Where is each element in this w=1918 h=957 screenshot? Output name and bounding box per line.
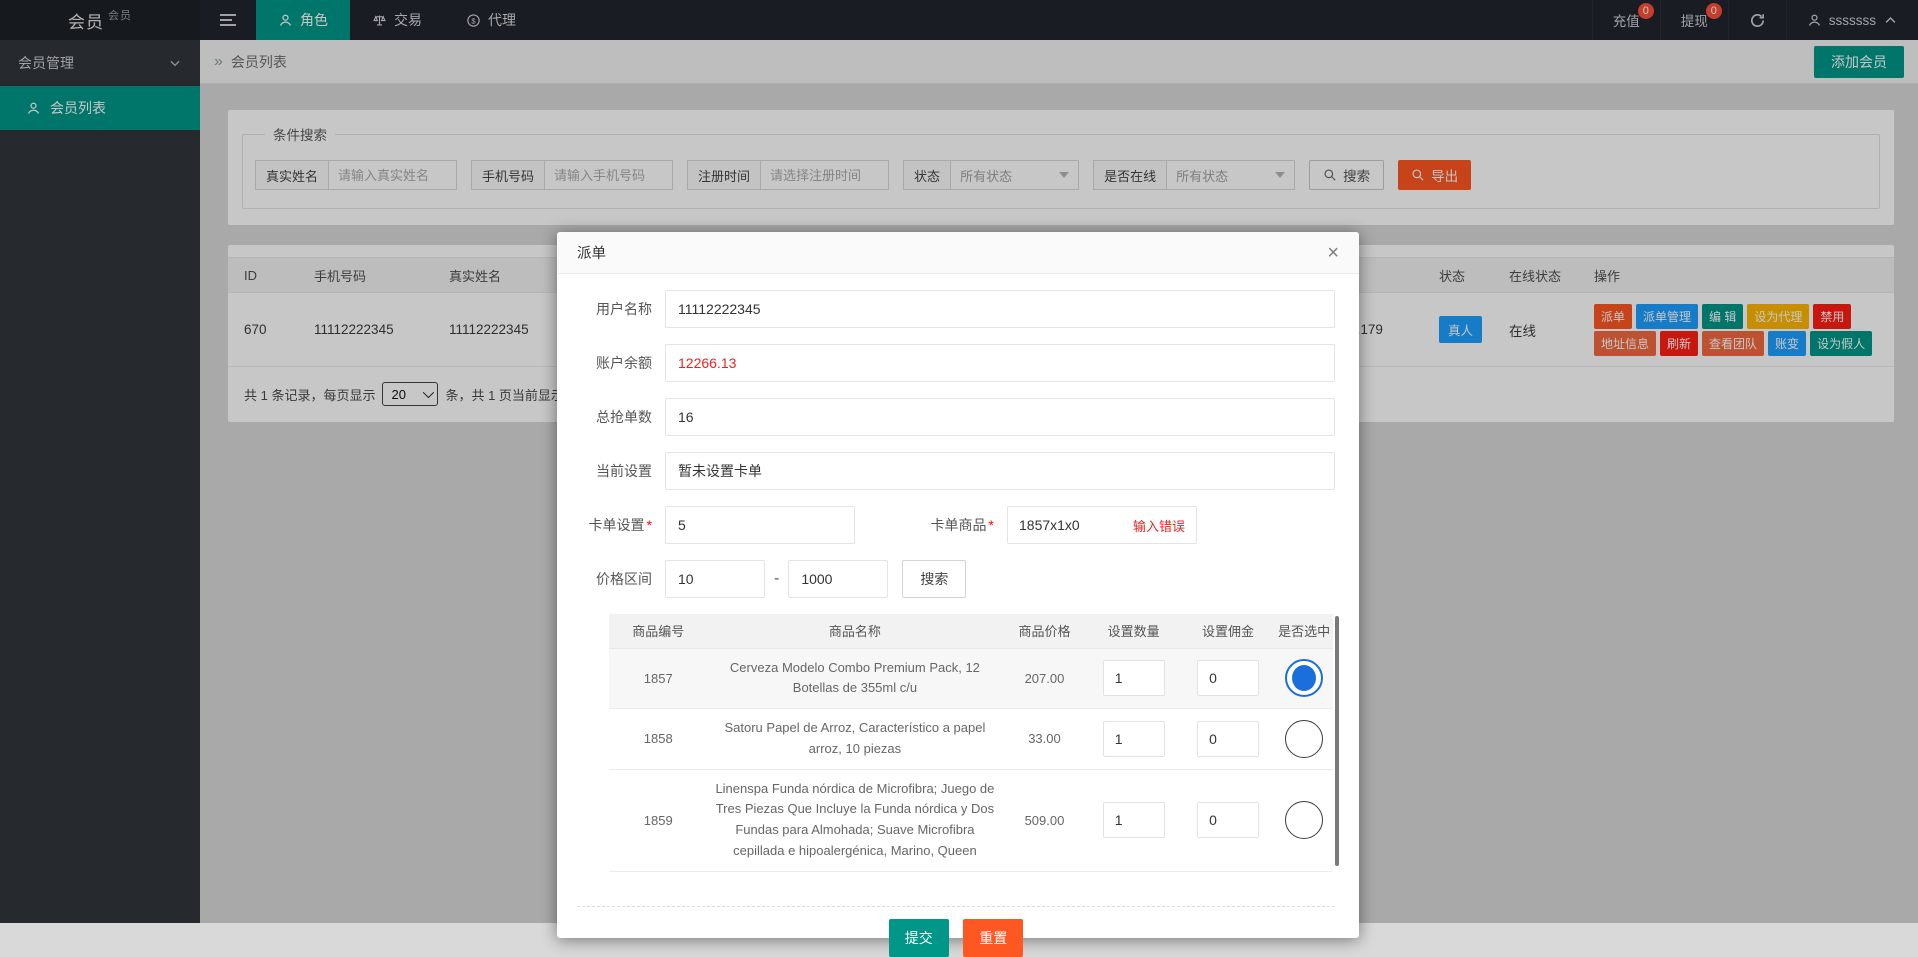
field-label: 价格区间 xyxy=(577,569,665,589)
username-input[interactable] xyxy=(665,290,1335,328)
commission-input[interactable] xyxy=(1197,721,1259,757)
required-star: * xyxy=(647,517,652,533)
goods-row: 1859 Linenspa Funda nórdica de Microfibr… xyxy=(609,769,1333,871)
modal-field-current-setting: 当前设置 xyxy=(577,452,1335,490)
select-radio-off[interactable] xyxy=(1285,720,1323,758)
dispatch-modal: 派单 × 用户名称 账户余额 总抢单数 当前设置 卡单设置* 卡单商品* 185… xyxy=(557,232,1359,938)
cell-price: 33.00 xyxy=(1002,709,1086,770)
range-dash: - xyxy=(774,570,779,588)
current-setting-input[interactable] xyxy=(665,452,1335,490)
submit-button[interactable]: 提交 xyxy=(889,919,949,957)
qty-input[interactable] xyxy=(1103,660,1165,696)
close-icon[interactable]: × xyxy=(1327,243,1339,263)
cell-name: Satoru Papel de Arroz, Característico a … xyxy=(707,709,1002,770)
input-error-text: 输入错误 xyxy=(1133,516,1185,535)
cell-price: 207.00 xyxy=(1002,648,1086,709)
total-orders-input[interactable] xyxy=(665,398,1335,436)
modal-field-price-range: 价格区间 - 搜索 xyxy=(577,560,1335,598)
col-header-price: 商品价格 xyxy=(1002,614,1086,648)
field-label: 卡单商品* xyxy=(903,515,1007,535)
modal-search-button[interactable]: 搜索 xyxy=(902,560,966,598)
field-label: 卡单设置* xyxy=(577,515,665,535)
cell-code: 1857 xyxy=(609,648,707,709)
field-label: 当前设置 xyxy=(577,461,665,481)
cell-code: 1858 xyxy=(609,709,707,770)
col-header-code: 商品编号 xyxy=(609,614,707,648)
price-min-input[interactable] xyxy=(665,560,765,598)
card-setting-input[interactable] xyxy=(665,506,855,544)
goods-table-header: 商品编号 商品名称 商品价格 设置数量 设置佣金 是否选中 xyxy=(609,614,1333,648)
qty-input[interactable] xyxy=(1103,721,1165,757)
card-goods-input[interactable]: 1857x1x0 输入错误 xyxy=(1007,506,1197,544)
commission-input[interactable] xyxy=(1197,660,1259,696)
modal-field-username: 用户名称 xyxy=(577,290,1335,328)
cell-code: 1859 xyxy=(609,769,707,871)
goods-row: 1857 Cerveza Modelo Combo Premium Pack, … xyxy=(609,648,1333,709)
goods-row: 1858 Satoru Papel de Arroz, Característi… xyxy=(609,709,1333,770)
modal-field-balance: 账户余额 xyxy=(577,344,1335,382)
required-star: * xyxy=(989,517,994,533)
field-label: 用户名称 xyxy=(577,299,665,319)
modal-footer: 提交 重置 xyxy=(577,906,1335,957)
cell-name: Linenspa Funda nórdica de Microfibra; Ju… xyxy=(707,769,1002,871)
modal-header: 派单 × xyxy=(557,232,1359,274)
scrollbar-thumb[interactable] xyxy=(1335,616,1339,866)
modal-field-total-orders: 总抢单数 xyxy=(577,398,1335,436)
col-header-commission: 设置佣金 xyxy=(1181,614,1275,648)
select-radio-on[interactable] xyxy=(1285,659,1323,697)
field-label: 总抢单数 xyxy=(577,407,665,427)
goods-table: 商品编号 商品名称 商品价格 设置数量 设置佣金 是否选中 1857 Cerve… xyxy=(609,614,1333,872)
qty-input[interactable] xyxy=(1103,802,1165,838)
cell-name: Cerveza Modelo Combo Premium Pack, 12 Bo… xyxy=(707,648,1002,709)
select-radio-off[interactable] xyxy=(1285,801,1323,839)
field-label: 账户余额 xyxy=(577,353,665,373)
price-max-input[interactable] xyxy=(788,560,888,598)
modal-title: 派单 xyxy=(577,242,606,263)
commission-input[interactable] xyxy=(1197,802,1259,838)
balance-input[interactable] xyxy=(665,344,1335,382)
card-goods-value: 1857x1x0 xyxy=(1019,517,1080,533)
col-header-name: 商品名称 xyxy=(707,614,1002,648)
reset-button[interactable]: 重置 xyxy=(963,919,1023,957)
modal-field-card-setting: 卡单设置* 卡单商品* 1857x1x0 输入错误 xyxy=(577,506,1335,544)
col-header-qty: 设置数量 xyxy=(1087,614,1181,648)
cell-price: 509.00 xyxy=(1002,769,1086,871)
col-header-selected: 是否选中 xyxy=(1275,614,1333,648)
goods-table-wrap: 商品编号 商品名称 商品价格 设置数量 设置佣金 是否选中 1857 Cerve… xyxy=(609,614,1333,872)
